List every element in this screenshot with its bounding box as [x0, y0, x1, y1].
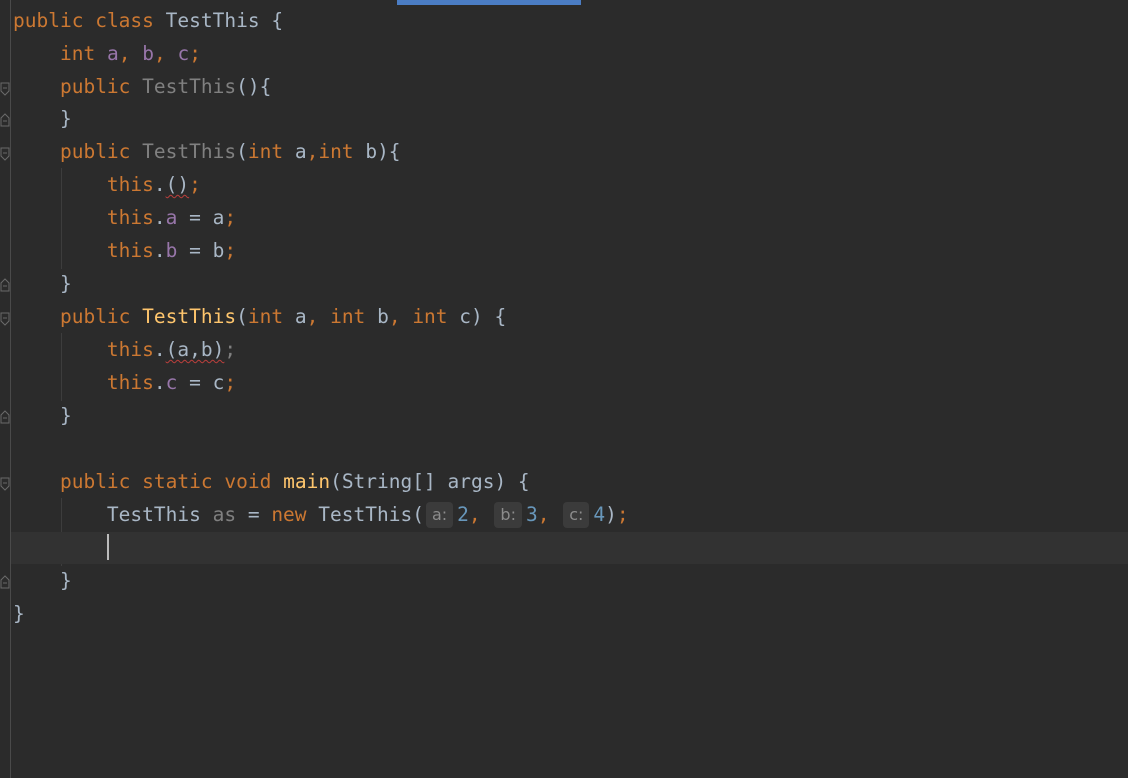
param: a [212, 206, 225, 229]
code-line[interactable]: public static void main(String[] args) { [13, 466, 1123, 498]
error-call: (a,b) [165, 338, 225, 361]
code-line[interactable]: TestThis as = new TestThis(a: 2, b: 3, c: 4… [13, 499, 1123, 531]
code-line[interactable]: this.a = a; [13, 202, 1123, 234]
fold-close-icon[interactable] [0, 410, 10, 424]
type-name: TestThis [318, 503, 413, 526]
text-caret [106, 534, 109, 560]
type-name: TestThis [106, 503, 201, 526]
error-call: () [165, 173, 190, 196]
code-line[interactable]: public TestThis(int a,int b){ [13, 136, 1123, 168]
param: c [459, 305, 472, 328]
param: a [294, 305, 307, 328]
fold-open-icon[interactable] [0, 477, 10, 491]
keyword: this [106, 371, 154, 394]
keyword: int [59, 42, 96, 65]
keyword: class [95, 9, 154, 32]
param: b [212, 239, 225, 262]
param: b [377, 305, 389, 328]
keyword: void [224, 470, 272, 493]
code-line[interactable]: public TestThis(int a, int b, int c) { [13, 301, 1123, 333]
field: a [106, 42, 119, 65]
class-name: TestThis [165, 9, 260, 32]
field: c [165, 371, 178, 394]
field: b [142, 42, 154, 65]
brace: } [59, 107, 72, 130]
code-line[interactable]: } [13, 565, 1123, 597]
keyword: public [59, 470, 131, 493]
keyword: int [412, 305, 448, 328]
code-line[interactable]: } [13, 103, 1123, 135]
fold-open-icon[interactable] [0, 82, 10, 96]
brace: } [59, 569, 72, 592]
code-line[interactable]: } [13, 400, 1123, 432]
fold-close-icon[interactable] [0, 575, 10, 589]
code-editor[interactable]: public class TestThis { int a, b, c; pub… [0, 5, 1128, 778]
fold-open-icon[interactable] [0, 147, 10, 161]
param: c [212, 371, 225, 394]
keyword: this [106, 338, 154, 361]
method-name: main [283, 470, 331, 493]
keyword: this [106, 206, 154, 229]
code-line[interactable]: this.b = b; [13, 235, 1123, 267]
params: String[] args [341, 470, 495, 493]
fold-close-icon[interactable] [0, 113, 10, 127]
fold-close-icon[interactable] [0, 278, 10, 292]
keyword: public [59, 75, 131, 98]
code-line[interactable]: this.(a,b); [13, 334, 1123, 366]
number-literal: 3 [525, 503, 538, 526]
keyword: int [330, 305, 366, 328]
constructor-name: TestThis [142, 140, 237, 163]
keyword: public [13, 9, 84, 32]
code-line[interactable]: public class TestThis { [13, 5, 1123, 37]
keyword: static [142, 470, 213, 493]
parameter-hint: a: [425, 502, 454, 528]
parameter-hint: b: [494, 502, 522, 528]
code-line[interactable]: this.c = c; [13, 367, 1123, 399]
code-line[interactable]: this.(); [13, 169, 1123, 201]
code-line[interactable]: } [13, 598, 1123, 630]
brace: { [271, 9, 284, 32]
keyword: this [106, 173, 154, 196]
paren: (){ [236, 75, 272, 98]
number-literal: 2 [457, 503, 469, 526]
keyword: int [247, 140, 284, 163]
keyword: int [247, 305, 284, 328]
keyword: public [59, 305, 131, 328]
param: b [365, 140, 378, 163]
fold-open-icon[interactable] [0, 312, 10, 326]
brace: } [59, 404, 72, 427]
constructor-name: TestThis [142, 75, 237, 98]
param: a [294, 140, 307, 163]
field: b [165, 239, 178, 262]
brace: } [59, 272, 72, 295]
code-line[interactable]: public TestThis(){ [13, 71, 1123, 103]
number-literal: 4 [593, 503, 606, 526]
variable: as [212, 503, 237, 526]
field: a [165, 206, 178, 229]
parameter-hint: c: [563, 502, 590, 528]
code-line[interactable]: int a, b, c; [13, 38, 1123, 70]
keyword: int [318, 140, 354, 163]
brace: } [13, 602, 25, 625]
keyword: this [106, 239, 154, 262]
keyword: public [59, 140, 131, 163]
code-line[interactable]: } [13, 268, 1123, 300]
keyword: new [271, 503, 307, 526]
field: c [177, 42, 190, 65]
constructor-name: TestThis [142, 305, 237, 328]
current-line[interactable] [11, 532, 1128, 564]
